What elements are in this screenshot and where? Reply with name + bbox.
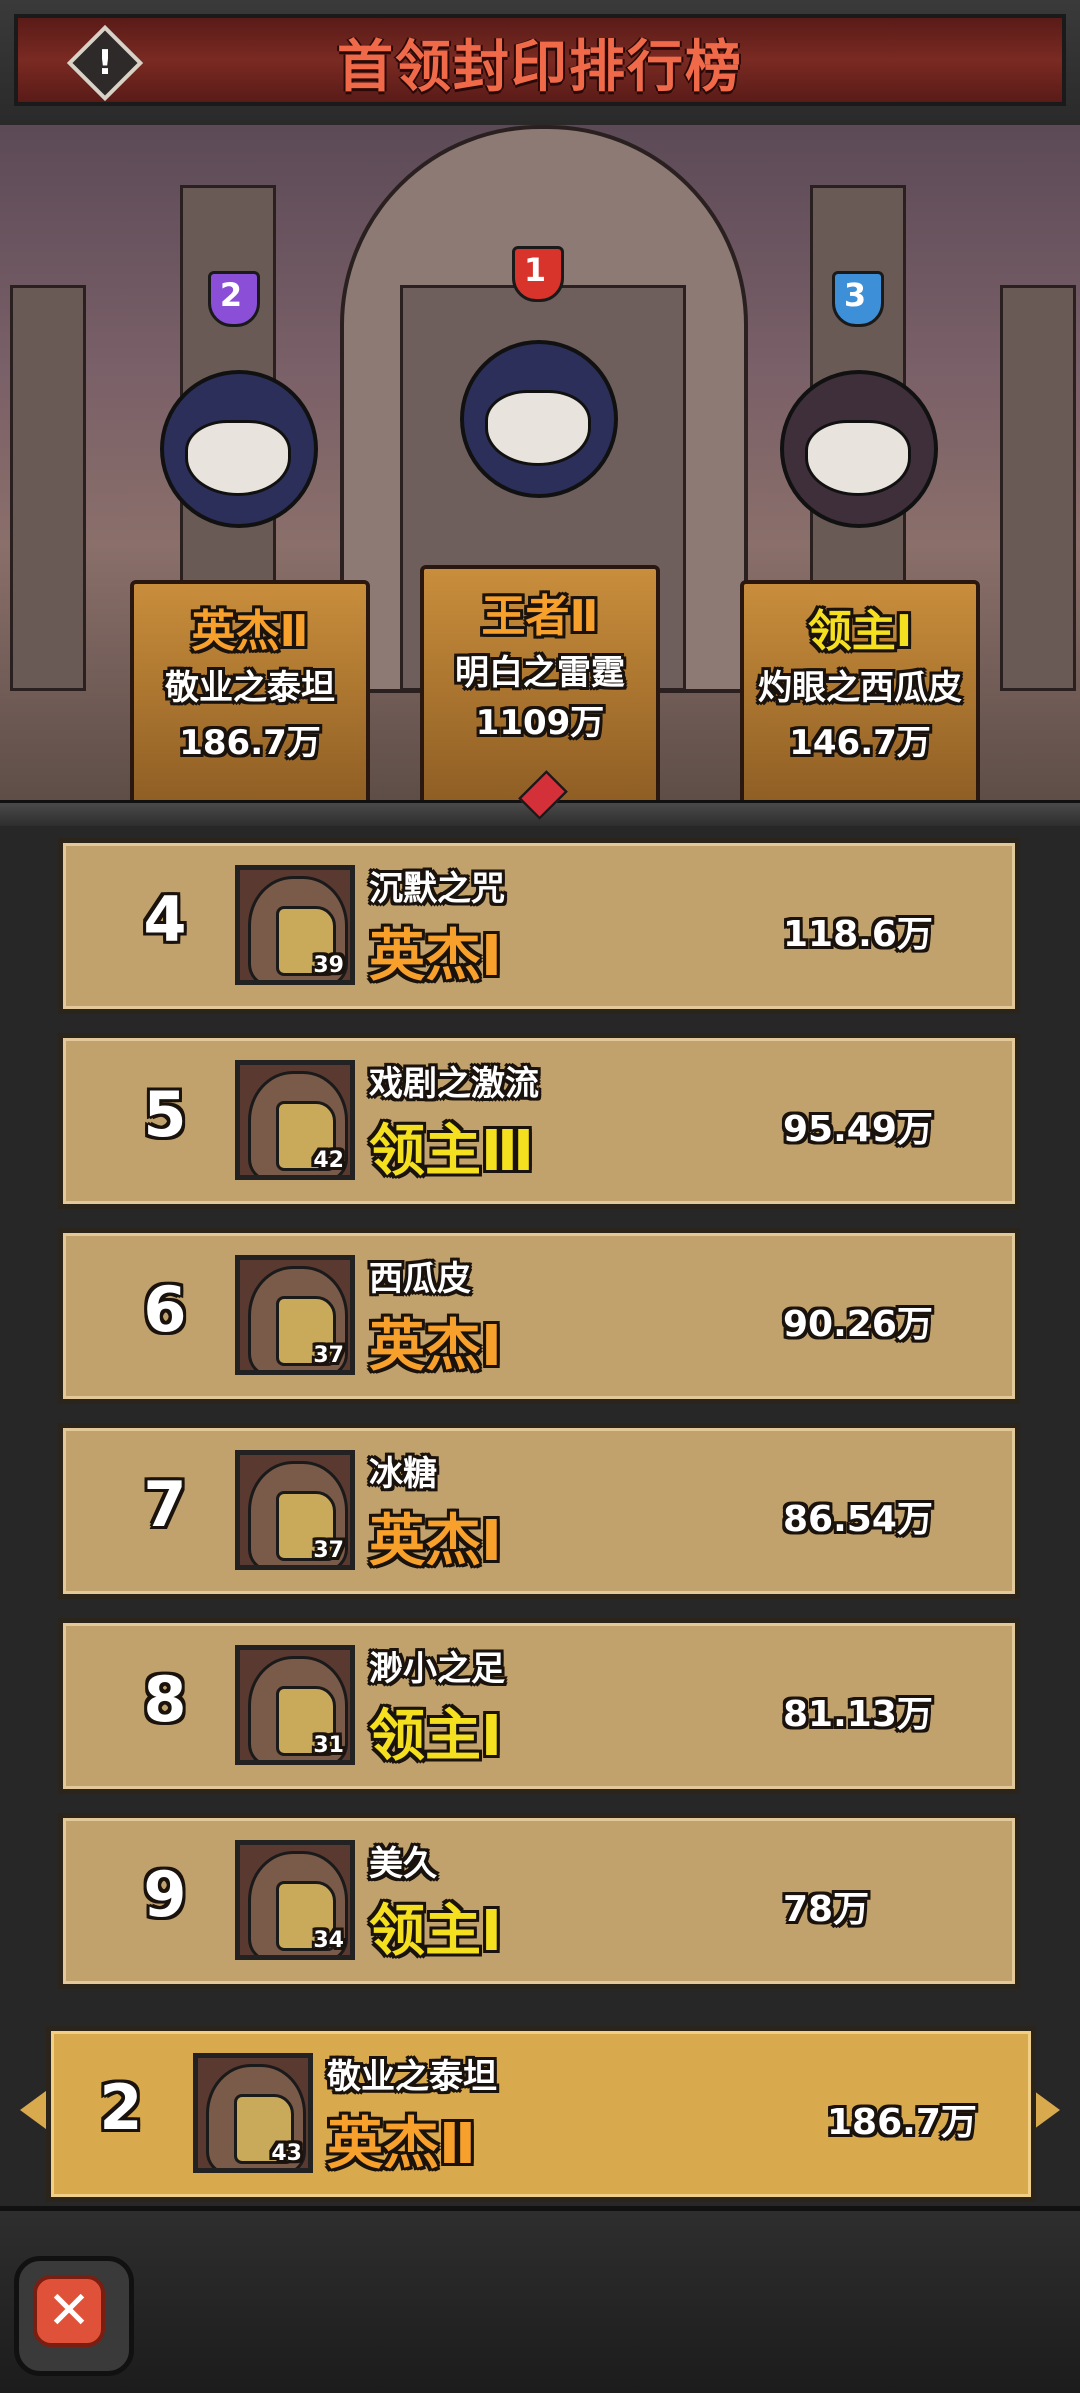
player-score: 90.26万 bbox=[783, 1304, 933, 1345]
podium-1-tier: 王者Ⅱ bbox=[481, 591, 599, 642]
player-level: 37 bbox=[313, 1343, 344, 1368]
player-tier: 英杰Ⅰ bbox=[369, 924, 502, 989]
player-level: 37 bbox=[313, 1538, 344, 1563]
podium-1-name: 明白之雷霆 bbox=[455, 653, 625, 693]
podium-scene: 2 1 3 英杰Ⅱ 敬业之泰坦 186.7万 王者Ⅱ 明白之雷霆 1109万 领… bbox=[0, 125, 1080, 825]
player-level: 31 bbox=[313, 1733, 344, 1758]
player-avatar[interactable]: 31 bbox=[235, 1645, 355, 1765]
rank-badge-3-number: 3 bbox=[843, 276, 867, 314]
ranking-row[interactable]: 5 42 戏剧之激流 领主Ⅲ 95.49万 bbox=[58, 1033, 1020, 1209]
player-score: 81.13万 bbox=[783, 1694, 933, 1735]
player-avatar[interactable]: 37 bbox=[235, 1255, 355, 1375]
hero-figure-1 bbox=[420, 320, 650, 520]
player-name: 渺小之足 bbox=[369, 1649, 505, 1689]
podium-2-tier: 英杰Ⅱ bbox=[191, 606, 309, 657]
player-tier: 领主Ⅰ bbox=[369, 1899, 502, 1964]
hero-figure-3 bbox=[740, 350, 970, 550]
player-level: 42 bbox=[313, 1148, 344, 1173]
player-avatar[interactable]: 37 bbox=[235, 1450, 355, 1570]
close-button[interactable]: ✕ bbox=[14, 2256, 134, 2376]
ranking-row[interactable]: 7 37 冰糖 英杰Ⅰ 86.54万 bbox=[58, 1423, 1020, 1599]
player-name: 西瓜皮 bbox=[369, 1259, 471, 1299]
player-score: 118.6万 bbox=[783, 914, 933, 955]
my-tier: 英杰Ⅱ bbox=[327, 2112, 476, 2177]
podium-1-score: 1109万 bbox=[475, 703, 605, 743]
player-tier: 英杰Ⅰ bbox=[369, 1314, 502, 1379]
page-title: 首领封印排行榜 bbox=[337, 35, 743, 100]
row-rank: 7 bbox=[143, 1468, 187, 1541]
player-level: 39 bbox=[313, 953, 344, 978]
rank-badge-1-number: 1 bbox=[523, 251, 547, 289]
background-tower-right bbox=[1000, 285, 1076, 691]
my-avatar[interactable]: 43 bbox=[193, 2053, 313, 2173]
rank-badge-2: 2 bbox=[196, 265, 266, 327]
player-tier: 领主Ⅲ bbox=[369, 1119, 534, 1184]
ranking-row[interactable]: 4 39 沉默之咒 英杰Ⅰ 118.6万 bbox=[58, 838, 1020, 1014]
rank-badge-2-number: 2 bbox=[219, 276, 243, 314]
player-tier: 领主Ⅰ bbox=[369, 1704, 502, 1769]
podium-2-name: 敬业之泰坦 bbox=[165, 668, 335, 708]
row-rank: 9 bbox=[143, 1858, 187, 1931]
my-score: 186.7万 bbox=[827, 2102, 977, 2143]
player-level: 34 bbox=[313, 1928, 344, 1953]
player-name: 沉默之咒 bbox=[369, 869, 505, 909]
close-icon: ✕ bbox=[33, 2275, 105, 2347]
my-rank-row[interactable]: 2 43 敬业之泰坦 英杰Ⅱ 186.7万 bbox=[46, 2026, 1036, 2202]
my-rank-number: 2 bbox=[99, 2071, 143, 2144]
ranking-row[interactable]: 6 37 西瓜皮 英杰Ⅰ 90.26万 bbox=[58, 1228, 1020, 1404]
rank-badge-1: 1 bbox=[500, 240, 570, 302]
player-score: 95.49万 bbox=[783, 1109, 933, 1150]
podium-3-tier: 领主Ⅰ bbox=[807, 606, 913, 657]
podium-3-score: 146.7万 bbox=[789, 723, 931, 763]
player-tier: 英杰Ⅰ bbox=[369, 1509, 502, 1574]
player-name: 冰糖 bbox=[369, 1454, 437, 1494]
hero-figure-2 bbox=[120, 350, 350, 550]
row-rank: 5 bbox=[143, 1078, 187, 1151]
row-rank: 6 bbox=[143, 1273, 187, 1346]
player-avatar[interactable]: 42 bbox=[235, 1060, 355, 1180]
player-name: 美久 bbox=[369, 1844, 437, 1884]
my-level: 43 bbox=[271, 2141, 302, 2166]
podium-2-score: 186.7万 bbox=[179, 723, 321, 763]
player-name: 戏剧之激流 bbox=[369, 1064, 539, 1104]
row-rank: 4 bbox=[143, 883, 187, 956]
podium-3-name: 灼眼之西瓜皮 bbox=[758, 668, 962, 708]
footer-bar bbox=[0, 2206, 1080, 2393]
rank-badge-3: 3 bbox=[820, 265, 890, 327]
player-score: 86.54万 bbox=[783, 1499, 933, 1540]
row-rank: 8 bbox=[143, 1663, 187, 1736]
my-name: 敬业之泰坦 bbox=[327, 2057, 497, 2097]
background-tower-left bbox=[10, 285, 86, 691]
player-avatar[interactable]: 39 bbox=[235, 865, 355, 985]
ranking-row[interactable]: 8 31 渺小之足 领主Ⅰ 81.13万 bbox=[58, 1618, 1020, 1794]
player-score: 78万 bbox=[783, 1889, 870, 1930]
player-avatar[interactable]: 34 bbox=[235, 1840, 355, 1960]
ranking-row[interactable]: 9 34 美久 领主Ⅰ 78万 bbox=[58, 1813, 1020, 1989]
